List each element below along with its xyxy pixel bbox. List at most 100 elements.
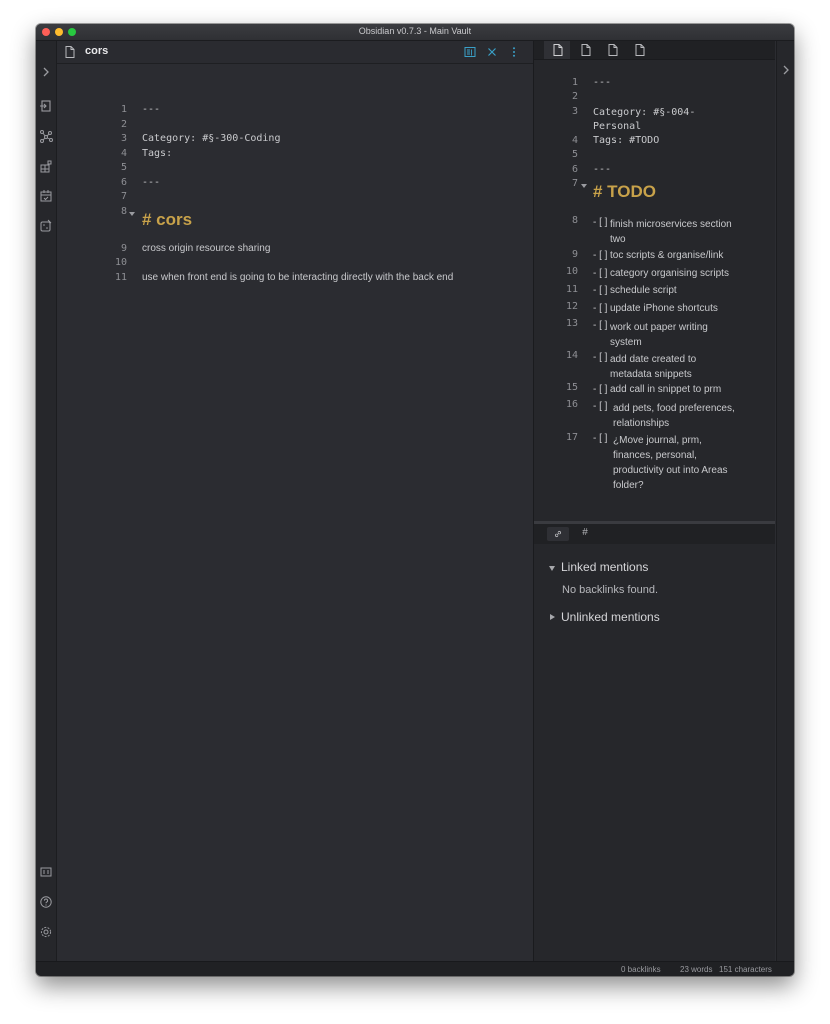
backlinks-count: 0 backlinks: [621, 965, 661, 974]
vault-icon[interactable]: [39, 865, 53, 879]
frontmatter-line[interactable]: ---: [593, 164, 611, 175]
chevron-right-icon[interactable]: [550, 614, 555, 620]
line-number: 7: [120, 191, 127, 202]
line-number: 2: [571, 91, 578, 102]
task-prefix[interactable]: - [ ]: [593, 217, 607, 228]
fold-toggle-icon[interactable]: [129, 212, 135, 216]
line-number: 2: [120, 119, 127, 130]
window-title: Obsidian v0.7.3 - Main Vault: [358, 26, 472, 36]
chevron-right-icon[interactable]: [781, 64, 791, 79]
body-line[interactable]: cross origin resource sharing: [142, 243, 270, 254]
line-number: 11: [114, 272, 127, 283]
line-number: 9: [571, 249, 578, 260]
task-item[interactable]: add call in snippet to prm: [610, 384, 750, 395]
unlinked-mentions-heading[interactable]: Unlinked mentions: [561, 610, 660, 624]
line-number: 10: [114, 257, 127, 268]
file-icon: [65, 46, 75, 58]
right-sidebar: 1 --- 2 3 Category: #§-004- Personal 4 T…: [534, 41, 775, 961]
file-icon: [635, 44, 645, 56]
line-number: 13: [565, 318, 578, 329]
frontmatter-line[interactable]: ---: [142, 104, 160, 115]
line-number: 11: [565, 284, 578, 295]
task-item[interactable]: toc scripts & organise/link: [610, 250, 750, 261]
line-number: 14: [565, 350, 578, 361]
tab-file-3[interactable]: [599, 41, 625, 59]
tags-tab[interactable]: #: [574, 527, 596, 541]
help-icon[interactable]: [39, 895, 53, 909]
frontmatter-line[interactable]: Tags:: [142, 148, 172, 159]
plugin-grid-icon[interactable]: [39, 159, 53, 173]
task-item[interactable]: ¿Move journal, prm, finances, personal, …: [613, 433, 738, 493]
task-item[interactable]: schedule script: [610, 285, 750, 296]
file-icon: [581, 44, 591, 56]
note-heading[interactable]: # cors: [142, 210, 192, 230]
settings-icon[interactable]: [39, 925, 53, 939]
line-number: 6: [571, 164, 578, 175]
line-number: 7: [571, 178, 578, 189]
line-number: 6: [120, 177, 127, 188]
line-number: 15: [565, 382, 578, 393]
line-number: 17: [565, 432, 578, 443]
line-number: 12: [565, 301, 578, 312]
status-bar: 0 backlinks 23 words 151 characters: [36, 961, 794, 976]
line-number: 3: [571, 106, 578, 117]
frontmatter-line[interactable]: ---: [593, 77, 611, 88]
left-ribbon: [36, 41, 57, 961]
line-number: 16: [565, 399, 578, 410]
left-pane-header: cors: [57, 41, 533, 64]
task-item[interactable]: add date created to metadata snippets: [610, 352, 710, 382]
fold-toggle-icon[interactable]: [581, 184, 587, 188]
task-prefix[interactable]: - [ ]: [593, 285, 607, 296]
frontmatter-line[interactable]: Category: #§-004- Personal: [593, 106, 695, 134]
tab-file-4[interactable]: [626, 41, 652, 59]
line-number: 5: [120, 162, 127, 173]
tab-todo[interactable]: [544, 41, 570, 59]
task-prefix[interactable]: - [ ]: [593, 433, 607, 444]
chevron-down-icon[interactable]: [549, 566, 555, 571]
character-count: 151 characters: [719, 965, 772, 974]
preview-icon[interactable]: [464, 46, 476, 58]
task-prefix[interactable]: - [ ]: [593, 320, 607, 331]
link-icon[interactable]: [547, 527, 569, 541]
calendar-icon[interactable]: [39, 189, 53, 203]
line-number: 9: [120, 243, 127, 254]
left-editor-pane: cors 1 --- 2 3 Category: #§-300-Coding 4…: [57, 41, 533, 961]
task-prefix[interactable]: - [ ]: [593, 268, 607, 279]
task-prefix[interactable]: - [ ]: [593, 401, 607, 412]
task-prefix[interactable]: - [ ]: [593, 384, 607, 395]
task-item[interactable]: category organising scripts: [610, 268, 750, 279]
line-number: 1: [120, 104, 127, 115]
frontmatter-line[interactable]: Tags: #TODO: [593, 135, 659, 146]
graph-icon[interactable]: [39, 129, 53, 143]
no-backlinks-text: No backlinks found.: [562, 584, 658, 596]
task-item[interactable]: finish microservices section two: [610, 217, 740, 247]
linked-mentions-heading[interactable]: Linked mentions: [561, 560, 648, 574]
line-number: 3: [120, 133, 127, 144]
task-item[interactable]: work out paper writing system: [610, 320, 725, 350]
task-prefix[interactable]: - [ ]: [593, 352, 607, 363]
todo-heading[interactable]: # TODO: [593, 182, 656, 202]
frontmatter-line[interactable]: Category: #§-300-Coding: [142, 133, 280, 144]
right-tab-strip: [534, 41, 775, 60]
chevron-right-icon[interactable]: [39, 65, 53, 79]
note-title: cors: [85, 45, 109, 57]
right-ribbon: [776, 41, 794, 961]
tab-file-2[interactable]: [572, 41, 598, 59]
task-prefix[interactable]: - [ ]: [593, 303, 607, 314]
line-number: 1: [571, 77, 578, 88]
task-item[interactable]: update iPhone shortcuts: [610, 303, 750, 314]
app-window: Obsidian v0.7.3 - Main Vault cors 1 --- …: [36, 24, 794, 976]
task-prefix[interactable]: - [ ]: [593, 250, 607, 261]
backlinks-panel: Linked mentions No backlinks found. Unli…: [534, 544, 775, 961]
body-line[interactable]: use when front end is going to be intera…: [142, 272, 453, 283]
more-options-icon[interactable]: [508, 46, 520, 58]
frontmatter-line[interactable]: ---: [142, 177, 160, 188]
task-item[interactable]: add pets, food preferences, relationship…: [613, 401, 743, 431]
open-file-icon[interactable]: [39, 99, 53, 113]
close-icon[interactable]: [486, 46, 498, 58]
line-number: 5: [571, 149, 578, 160]
word-count: 23 words: [680, 965, 713, 974]
todo-note-editor: 1 --- 2 3 Category: #§-004- Personal 4 T…: [534, 60, 775, 521]
line-number: 4: [571, 135, 578, 146]
random-dice-icon[interactable]: [39, 219, 53, 233]
